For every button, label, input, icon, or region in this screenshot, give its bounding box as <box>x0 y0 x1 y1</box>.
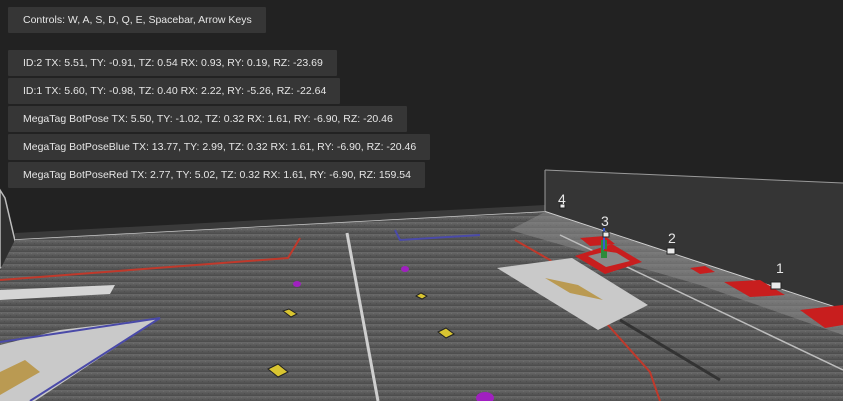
megatag-botpose-red: MegaTag BotPoseRed TX: 2.77, TY: 5.02, T… <box>8 162 425 188</box>
megatag-botpose: MegaTag BotPose TX: 5.50, TY: -1.02, TZ:… <box>8 106 407 132</box>
april-tag-2 <box>666 247 676 255</box>
april-tag-1 <box>770 281 782 290</box>
tag-2-pose: ID:2 TX: 5.51, TY: -0.91, TZ: 0.54 RX: 0… <box>8 50 337 76</box>
tag-label-1: 1 <box>776 260 784 276</box>
controls-hint: Controls: W, A, S, D, Q, E, Spacebar, Ar… <box>8 7 266 33</box>
tag-label-2: 2 <box>668 230 676 246</box>
april-tag-3 <box>602 231 610 238</box>
tag-label-3: 3 <box>601 213 609 229</box>
megatag-botpose-blue: MegaTag BotPoseBlue TX: 13.77, TY: 2.99,… <box>8 134 431 160</box>
tag-label-4: 4 <box>558 191 566 207</box>
tag-1-pose: ID:1 TX: 5.60, TY: -0.98, TZ: 0.40 RX: 2… <box>8 78 341 104</box>
